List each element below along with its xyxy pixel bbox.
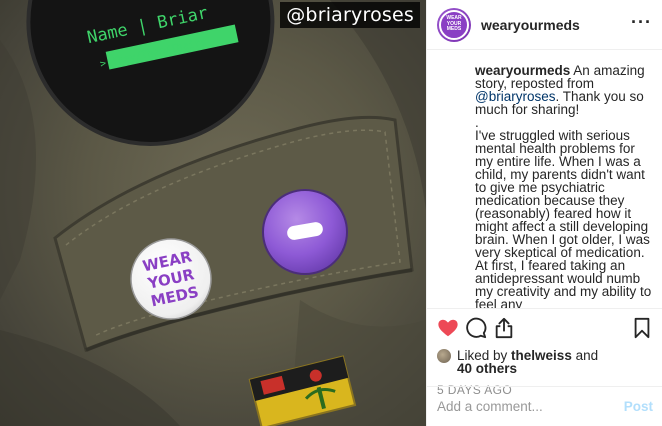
header-username[interactable]: wearyourmeds [481,17,631,33]
comment-icon[interactable] [465,317,487,339]
liker-avatar[interactable] [437,349,451,363]
bookmark-icon[interactable] [631,317,653,339]
post-actions: Liked by thelweiss and 40 others 5 DAYS … [427,308,662,397]
wear-your-meds-pin: WEAR YOUR MEDS [130,238,212,320]
post-photo[interactable]: Name | Briar > They/Them/Theirs WEAR YOU… [0,0,426,426]
avatar-logo: WEAR YOUR MEDS [439,9,469,40]
jacket-illustration: Name | Briar > They/Them/Theirs WEAR YOU… [0,0,426,426]
comment-input[interactable] [437,399,624,414]
caption-body: I've struggled with serious mental healt… [475,128,652,308]
purple-pin [262,189,348,275]
comment-bar: Post [427,386,662,426]
caption: wearyourmeds An amazing story, reposted … [427,50,662,308]
profile-avatar[interactable]: WEAR YOUR MEDS [437,7,471,42]
post-side-panel: WEAR YOUR MEDS wearyourmeds ··· wearyour… [426,0,662,426]
post-comment-button[interactable]: Post [624,399,653,414]
action-icon-row [437,317,653,339]
others-count-link[interactable]: 40 others [457,361,517,376]
share-icon[interactable] [493,317,515,339]
likes-summary: Liked by thelweiss and 40 others [437,349,653,375]
more-horizontal-icon[interactable]: ··· [631,13,652,33]
photo-watermark: @briaryroses [280,2,420,28]
post-header: WEAR YOUR MEDS wearyourmeds ··· [427,0,662,50]
heart-icon[interactable] [437,317,459,339]
liker-username[interactable]: thelweiss [511,348,572,363]
